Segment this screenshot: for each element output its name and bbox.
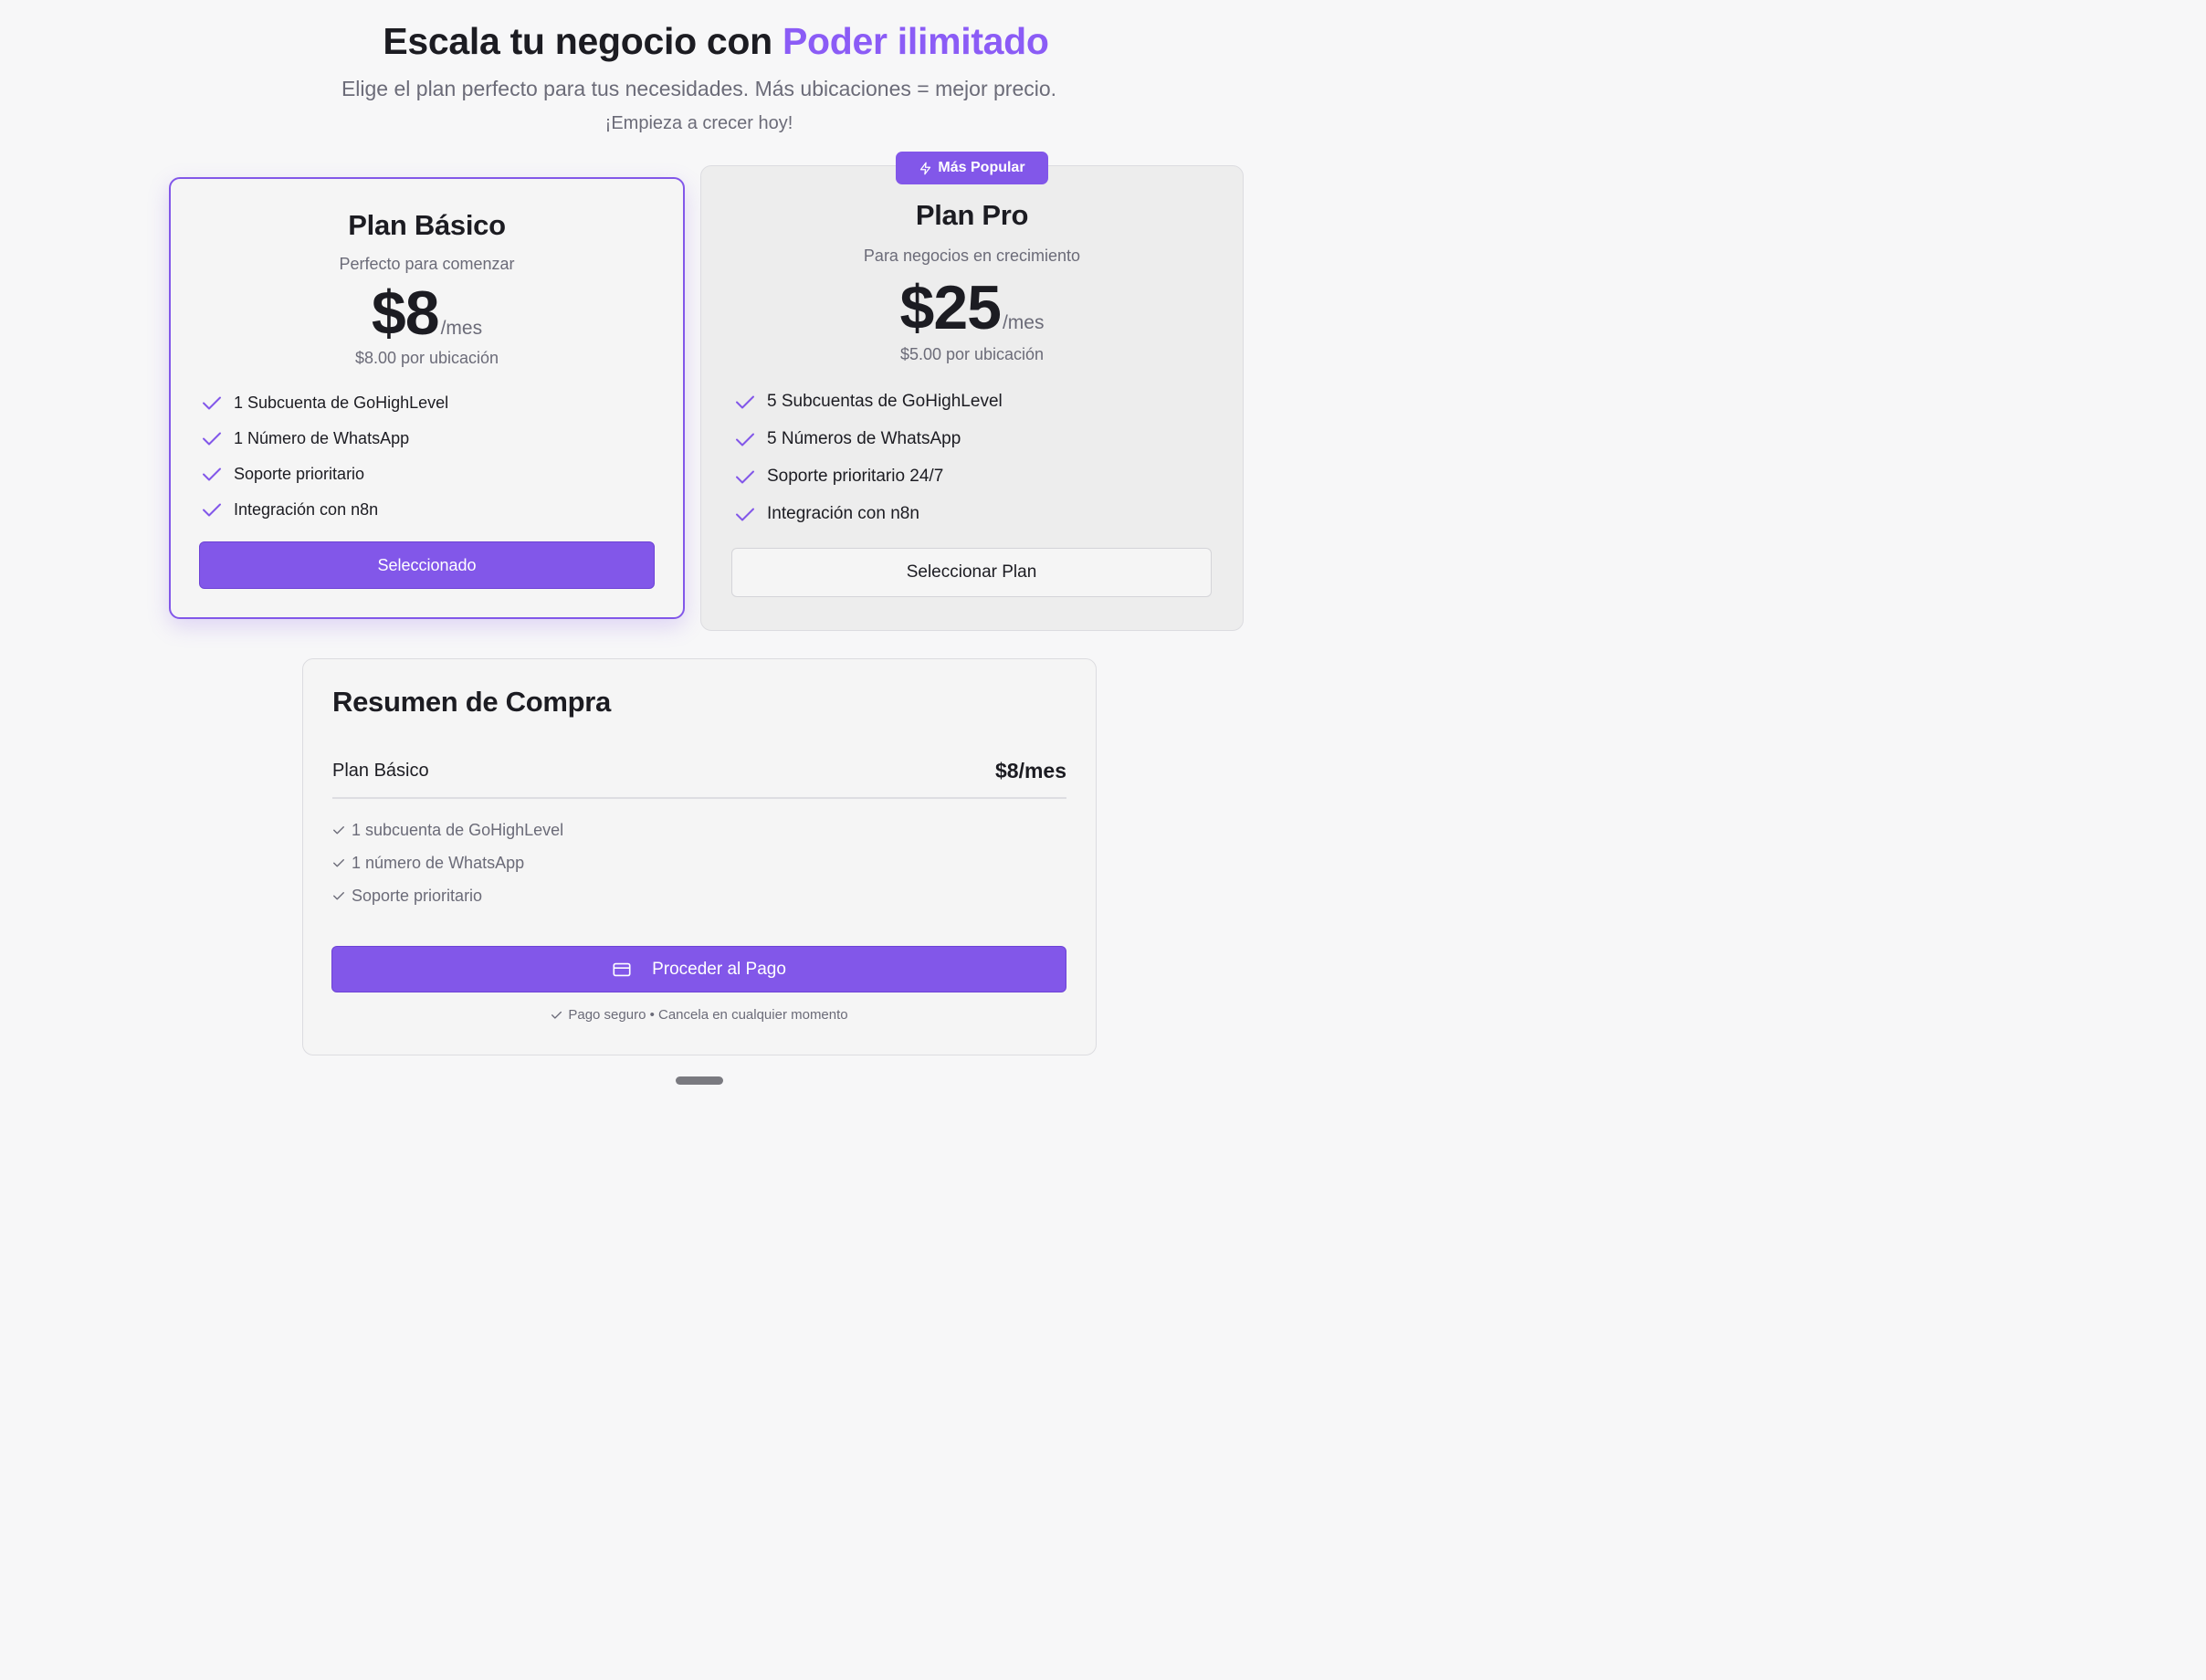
feature-label: 5 Subcuentas de GoHighLevel xyxy=(767,392,1003,411)
summary-feature-item: 1 subcuenta de GoHighLevel xyxy=(332,819,880,841)
feature-list-pro: 5 Subcuentas de GoHighLevel 5 Números de… xyxy=(734,390,1209,526)
scroll-handle[interactable] xyxy=(676,1076,723,1085)
summary-divider xyxy=(332,797,1066,799)
price-amount-basic: $8 xyxy=(371,278,440,348)
popular-badge: Más Popular xyxy=(896,152,1048,184)
check-icon xyxy=(333,859,344,867)
feature-item: Integración con n8n xyxy=(201,498,657,521)
feature-label: 1 Número de WhatsApp xyxy=(234,428,410,447)
summary-feature-label: 1 número de WhatsApp xyxy=(352,853,525,872)
summary-title: Resumen de Compra xyxy=(332,686,611,718)
feature-label: Soporte prioritario xyxy=(234,464,365,483)
page-title-accent: Poder ilimitado xyxy=(783,20,1049,62)
summary-feature-item: 1 número de WhatsApp xyxy=(332,852,880,874)
summary-plan-name: Plan Básico xyxy=(332,761,429,781)
price-period-pro: /mes xyxy=(1002,312,1045,333)
price-per-location-basic: $8.00 por ubicación xyxy=(354,349,499,367)
summary-plan-price: $8/mes xyxy=(994,759,1066,782)
page-title: Escala tu negocio con Poder ilimitado xyxy=(0,20,1432,63)
feature-item: 5 Números de WhatsApp xyxy=(734,427,1209,451)
plan-description-basic: Perfecto para comenzar xyxy=(339,255,515,273)
check-icon xyxy=(201,392,223,414)
select-basic-button[interactable]: Seleccionado xyxy=(199,541,655,589)
check-icon xyxy=(201,499,223,520)
feature-label: 5 Números de WhatsApp xyxy=(767,429,961,448)
feature-list-basic: 1 Subcuenta de GoHighLevel 1 Número de W… xyxy=(201,391,657,521)
plan-description-pro: Para negocios en crecimiento xyxy=(863,247,1081,265)
secure-payment-label: Pago seguro • Cancela en cualquier momen… xyxy=(568,1007,848,1023)
proceed-to-payment-label: Proceder al Pago xyxy=(652,959,786,979)
feature-item: Soporte prioritario xyxy=(201,462,657,486)
feature-item: 5 Subcuentas de GoHighLevel xyxy=(734,390,1209,414)
check-icon xyxy=(734,503,756,525)
check-icon xyxy=(734,428,756,450)
check-icon xyxy=(333,826,344,835)
secure-payment-note: Pago seguro • Cancela en cualquier momen… xyxy=(302,1007,1097,1023)
feature-label: Soporte prioritario 24/7 xyxy=(767,467,944,486)
check-icon xyxy=(734,466,756,488)
price-per-location-pro: $5.00 por ubicación xyxy=(899,345,1045,363)
credit-card-icon xyxy=(613,962,631,976)
summary-feature-item: Soporte prioritario xyxy=(332,885,880,907)
summary-feature-label: 1 subcuenta de GoHighLevel xyxy=(352,820,564,839)
feature-label: 1 Subcuenta de GoHighLevel xyxy=(234,393,449,412)
summary-feature-list: 1 subcuenta de GoHighLevel 1 número de W… xyxy=(332,819,880,907)
popular-badge-label: Más Popular xyxy=(938,160,1025,175)
page-title-prefix: Escala tu negocio con xyxy=(383,20,783,62)
page-subtitle: Elige el plan perfecto para tus necesida… xyxy=(341,77,1057,100)
check-icon xyxy=(333,892,344,900)
feature-item: 1 Número de WhatsApp xyxy=(201,426,657,450)
price-period-basic: /mes xyxy=(440,318,483,339)
feature-item: Integración con n8n xyxy=(734,502,1209,526)
plan-price-pro: $25 /mes xyxy=(700,272,1244,343)
feature-label: Integración con n8n xyxy=(234,499,379,519)
check-icon xyxy=(734,391,756,413)
select-pro-button[interactable]: Seleccionar Plan xyxy=(731,548,1212,597)
feature-label: Integración con n8n xyxy=(767,504,919,523)
plan-name-basic: Plan Básico xyxy=(348,209,506,241)
check-icon xyxy=(201,463,223,485)
plan-name-pro: Plan Pro xyxy=(915,199,1029,231)
check-icon xyxy=(201,427,223,449)
check-icon xyxy=(552,1011,562,1019)
plan-price-basic: $8 /mes xyxy=(169,278,685,349)
price-amount-pro: $25 xyxy=(899,273,1002,342)
page-tagline: ¡Empieza a crecer hoy! xyxy=(604,113,793,133)
summary-feature-label: Soporte prioritario xyxy=(352,886,483,905)
lightning-icon xyxy=(920,162,931,174)
feature-item: 1 Subcuenta de GoHighLevel xyxy=(201,391,657,415)
proceed-to-payment-button[interactable]: Proceder al Pago xyxy=(331,946,1066,992)
feature-item: Soporte prioritario 24/7 xyxy=(734,465,1209,488)
